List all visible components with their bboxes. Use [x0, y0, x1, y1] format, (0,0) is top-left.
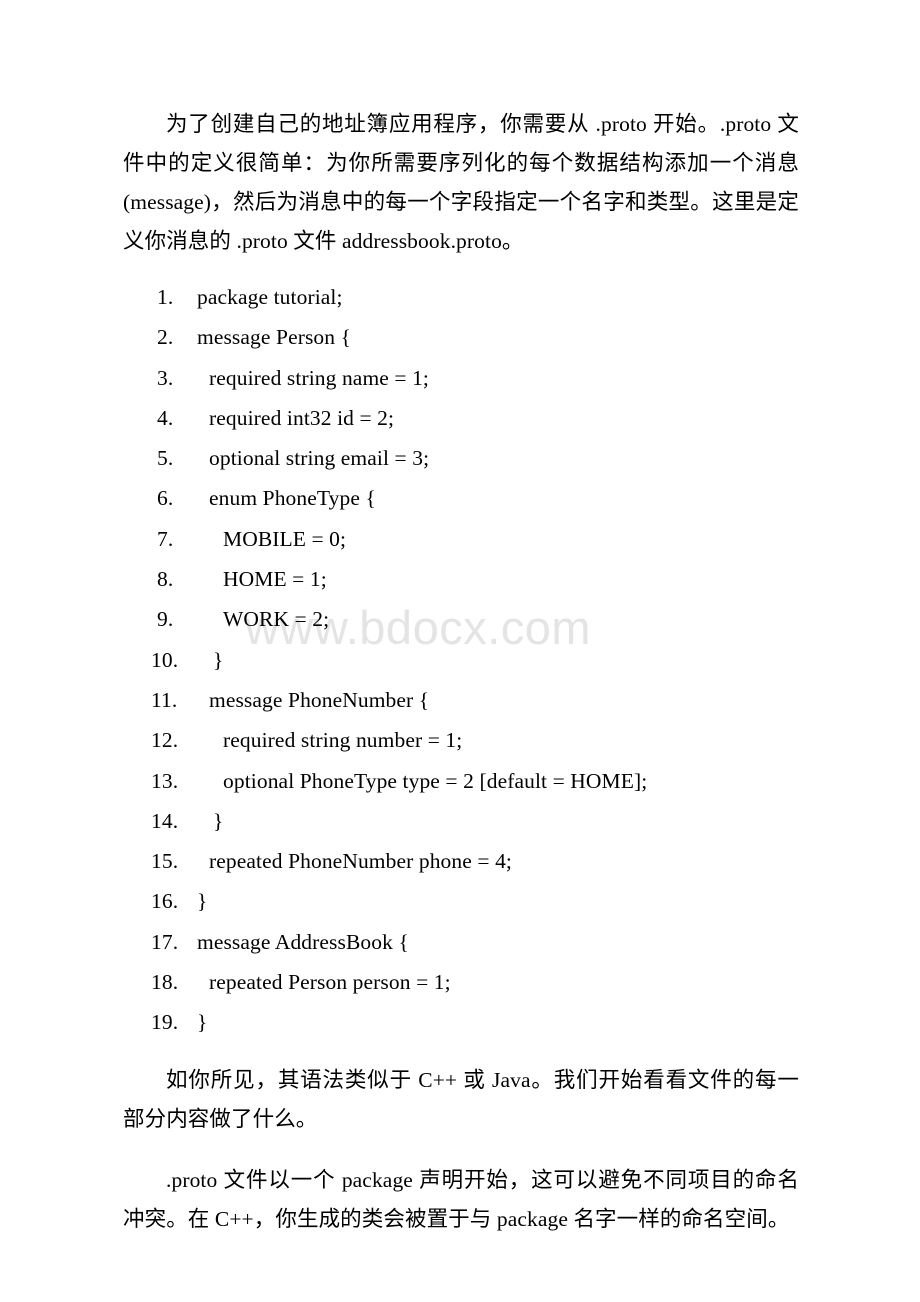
- code-line: 17. message AddressBook {: [123, 922, 799, 962]
- code-line: 3. required string name = 1;: [123, 358, 799, 398]
- code-line-text: HOME = 1;: [223, 567, 327, 592]
- code-line-text: MOBILE = 0;: [223, 526, 347, 551]
- code-line-text: required string number = 1;: [223, 728, 463, 753]
- code-line-text: }: [213, 808, 224, 833]
- code-line-text: }: [197, 889, 208, 914]
- code-line-text: message PhoneNumber {: [209, 687, 430, 712]
- paragraph-package-note: .proto 文件以一个 package 声明开始，这可以避免不同项目的命名冲突…: [123, 1167, 799, 1231]
- document-content: 为了创建自己的地址簿应用程序，你需要从 .proto 开始。.proto 文件中…: [123, 0, 799, 1239]
- code-line-number: 10.: [151, 647, 179, 672]
- code-line-text: enum PhoneType {: [209, 486, 376, 511]
- code-line-number: 7.: [157, 526, 174, 551]
- code-line: 6. enum PhoneType {: [123, 478, 799, 518]
- code-line-text: }: [213, 647, 224, 672]
- document-page: www.bdocx.com 为了创建自己的地址簿应用程序，你需要从 .proto…: [0, 0, 920, 1302]
- code-line: 1. package tutorial;: [123, 277, 799, 317]
- code-line-text: optional string email = 3;: [209, 446, 430, 471]
- proto-code-listing: 1. package tutorial; 2. message Person { 3. r…: [123, 261, 799, 1043]
- code-line: 13. optional PhoneType type = 2 [default …: [123, 761, 799, 801]
- code-line-number: 5.: [157, 446, 174, 471]
- code-line: 14.}: [123, 801, 799, 841]
- paragraph-syntax-note: 如你所见，其语法类似于 C++ 或 Java。我们开始看看文件的每一部分内容做了…: [123, 1067, 799, 1131]
- code-line: 11. message PhoneNumber {: [123, 680, 799, 720]
- code-line: 15. repeated PhoneNumber phone = 4;: [123, 841, 799, 881]
- code-line-number: 9.: [157, 607, 174, 632]
- code-line-text: message AddressBook {: [197, 929, 409, 954]
- code-line-number: 19.: [151, 1010, 179, 1035]
- code-line: 12. required string number = 1;: [123, 720, 799, 760]
- code-line-text: optional PhoneType type = 2 [default = H…: [223, 768, 648, 793]
- code-line-number: 18.: [151, 970, 179, 995]
- code-line-text: required string name = 1;: [209, 365, 430, 390]
- code-line-number: 16.: [151, 889, 179, 914]
- code-line-number: 11.: [151, 687, 178, 712]
- code-line-number: 13.: [151, 768, 179, 793]
- code-line: 8. HOME = 1;: [123, 559, 799, 599]
- code-line-number: 2.: [157, 325, 174, 350]
- code-line-text: repeated Person person = 1;: [209, 970, 451, 995]
- code-line: 16.}: [123, 881, 799, 921]
- code-line: 19.}: [123, 1002, 799, 1042]
- code-line-text: package tutorial;: [197, 285, 343, 309]
- code-line-text: repeated PhoneNumber phone = 4;: [209, 849, 512, 874]
- code-line-number: 6.: [157, 486, 174, 511]
- code-line: 7. MOBILE = 0;: [123, 519, 799, 559]
- code-line-number: 15.: [151, 849, 179, 874]
- code-line: 9. WORK = 2;: [123, 599, 799, 639]
- code-line-number: 14.: [151, 808, 179, 833]
- code-line-number: 1.: [157, 285, 174, 309]
- code-line: 2. message Person {: [123, 317, 799, 357]
- code-line: 5. optional string email = 3;: [123, 438, 799, 478]
- code-line: 4. required int32 id = 2;: [123, 398, 799, 438]
- code-line-number: 12.: [151, 728, 179, 753]
- code-line-text: }: [197, 1010, 208, 1035]
- code-line-number: 8.: [157, 567, 174, 592]
- code-line: 10.}: [123, 640, 799, 680]
- code-line-number: 4.: [157, 405, 174, 430]
- code-line-text: required int32 id = 2;: [209, 405, 395, 430]
- intro-paragraph: 为了创建自己的地址簿应用程序，你需要从 .proto 开始。.proto 文件中…: [123, 112, 799, 253]
- code-line: 18. repeated Person person = 1;: [123, 962, 799, 1002]
- code-line-text: WORK = 2;: [223, 607, 330, 632]
- code-line-text: message Person {: [197, 325, 352, 350]
- code-line-number: 3.: [157, 365, 174, 390]
- code-line-number: 17.: [151, 929, 179, 954]
